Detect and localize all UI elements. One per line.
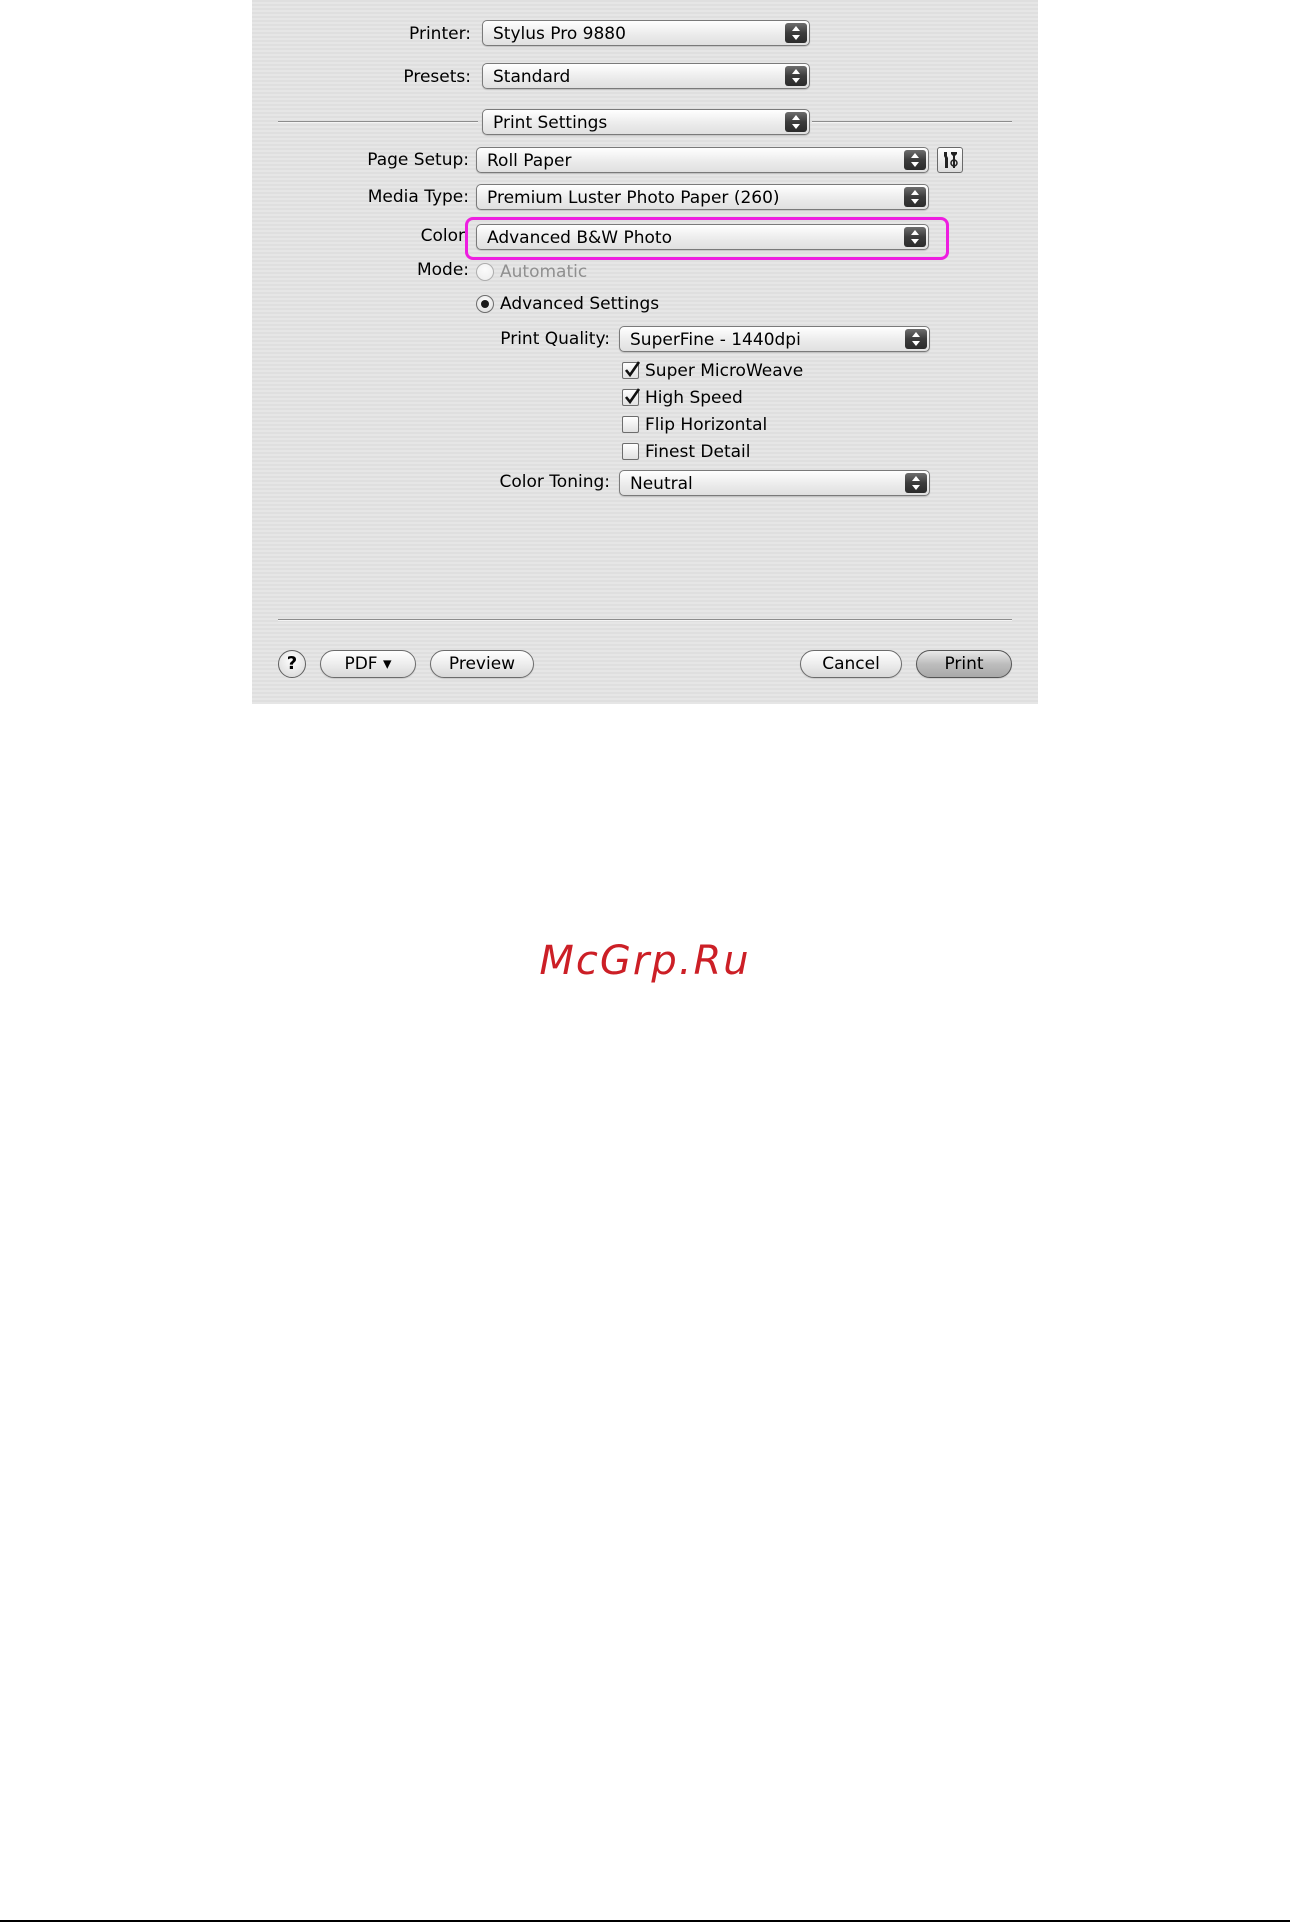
page-setup-value: Roll Paper xyxy=(487,151,572,171)
high-speed-label: High Speed xyxy=(645,388,743,408)
popup-arrows-icon xyxy=(785,66,807,86)
printer-value: Stylus Pro 9880 xyxy=(493,24,626,44)
separator-top-right xyxy=(812,121,1012,123)
color-value: Advanced B&W Photo xyxy=(487,228,672,248)
finest-detail-checkbox[interactable] xyxy=(622,443,639,460)
checkmark-icon xyxy=(624,388,641,405)
mode-automatic-radio[interactable] xyxy=(476,263,494,281)
finest-detail-label: Finest Detail xyxy=(645,442,751,462)
presets-value: Standard xyxy=(493,67,571,87)
preview-button[interactable]: Preview xyxy=(430,650,534,678)
mode-label: Mode: xyxy=(416,260,469,280)
panel-value: Print Settings xyxy=(493,113,608,133)
media-type-label: Media Type: xyxy=(367,187,469,207)
popup-arrows-icon xyxy=(905,329,927,349)
separator-bottom xyxy=(278,619,1012,621)
print-button[interactable]: Print xyxy=(916,650,1012,678)
color-popup[interactable]: Advanced B&W Photo xyxy=(476,224,929,250)
page: Printer: Stylus Pro 9880 Presets: Standa… xyxy=(0,0,1290,1923)
mode-advanced-radio[interactable] xyxy=(476,295,494,313)
cancel-button[interactable]: Cancel xyxy=(800,650,902,678)
mode-advanced-label: Advanced Settings xyxy=(500,294,660,314)
color-toning-label: Color Toning: xyxy=(499,472,610,492)
mode-automatic-label: Automatic xyxy=(500,262,588,282)
presets-popup[interactable]: Standard xyxy=(482,63,810,89)
flip-horizontal-checkbox[interactable] xyxy=(622,416,639,433)
color-toning-popup[interactable]: Neutral xyxy=(619,470,930,496)
pdf-button[interactable]: PDF ▾ xyxy=(320,650,416,678)
printer-popup[interactable]: Stylus Pro 9880 xyxy=(482,20,810,46)
page-bottom-rule xyxy=(0,1920,1290,1922)
media-type-popup[interactable]: Premium Luster Photo Paper (260) xyxy=(476,184,929,210)
print-quality-value: SuperFine - 1440dpi xyxy=(630,330,801,350)
super-microweave-checkbox[interactable] xyxy=(622,361,641,379)
panel-popup[interactable]: Print Settings xyxy=(482,109,810,135)
popup-arrows-icon xyxy=(785,23,807,43)
print-quality-label: Print Quality: xyxy=(500,329,610,349)
help-button[interactable]: ? xyxy=(278,650,306,678)
wrench-icon xyxy=(944,152,958,168)
media-type-value: Premium Luster Photo Paper (260) xyxy=(487,188,780,208)
super-microweave-label: Super MicroWeave xyxy=(645,361,804,381)
separator-top-left xyxy=(278,121,478,123)
printer-label: Printer: xyxy=(409,24,471,44)
high-speed-checkbox[interactable] xyxy=(622,388,641,406)
color-toning-value: Neutral xyxy=(630,474,693,494)
page-setup-popup[interactable]: Roll Paper xyxy=(476,147,929,173)
popup-arrows-icon xyxy=(904,187,926,207)
print-dialog: Printer: Stylus Pro 9880 Presets: Standa… xyxy=(252,0,1038,704)
flip-horizontal-label: Flip Horizontal xyxy=(645,415,768,435)
popup-arrows-icon xyxy=(905,473,927,493)
page-setup-label: Page Setup: xyxy=(367,150,469,170)
popup-arrows-icon xyxy=(785,112,807,132)
color-label: Color xyxy=(420,226,465,246)
print-quality-popup[interactable]: SuperFine - 1440dpi xyxy=(619,326,930,352)
watermark: McGrp.Ru xyxy=(539,938,751,984)
printer-utility-button[interactable] xyxy=(937,147,963,173)
checkmark-icon xyxy=(624,361,641,378)
presets-label: Presets: xyxy=(403,67,471,87)
popup-arrows-icon xyxy=(904,150,926,170)
popup-arrows-icon xyxy=(904,227,926,247)
